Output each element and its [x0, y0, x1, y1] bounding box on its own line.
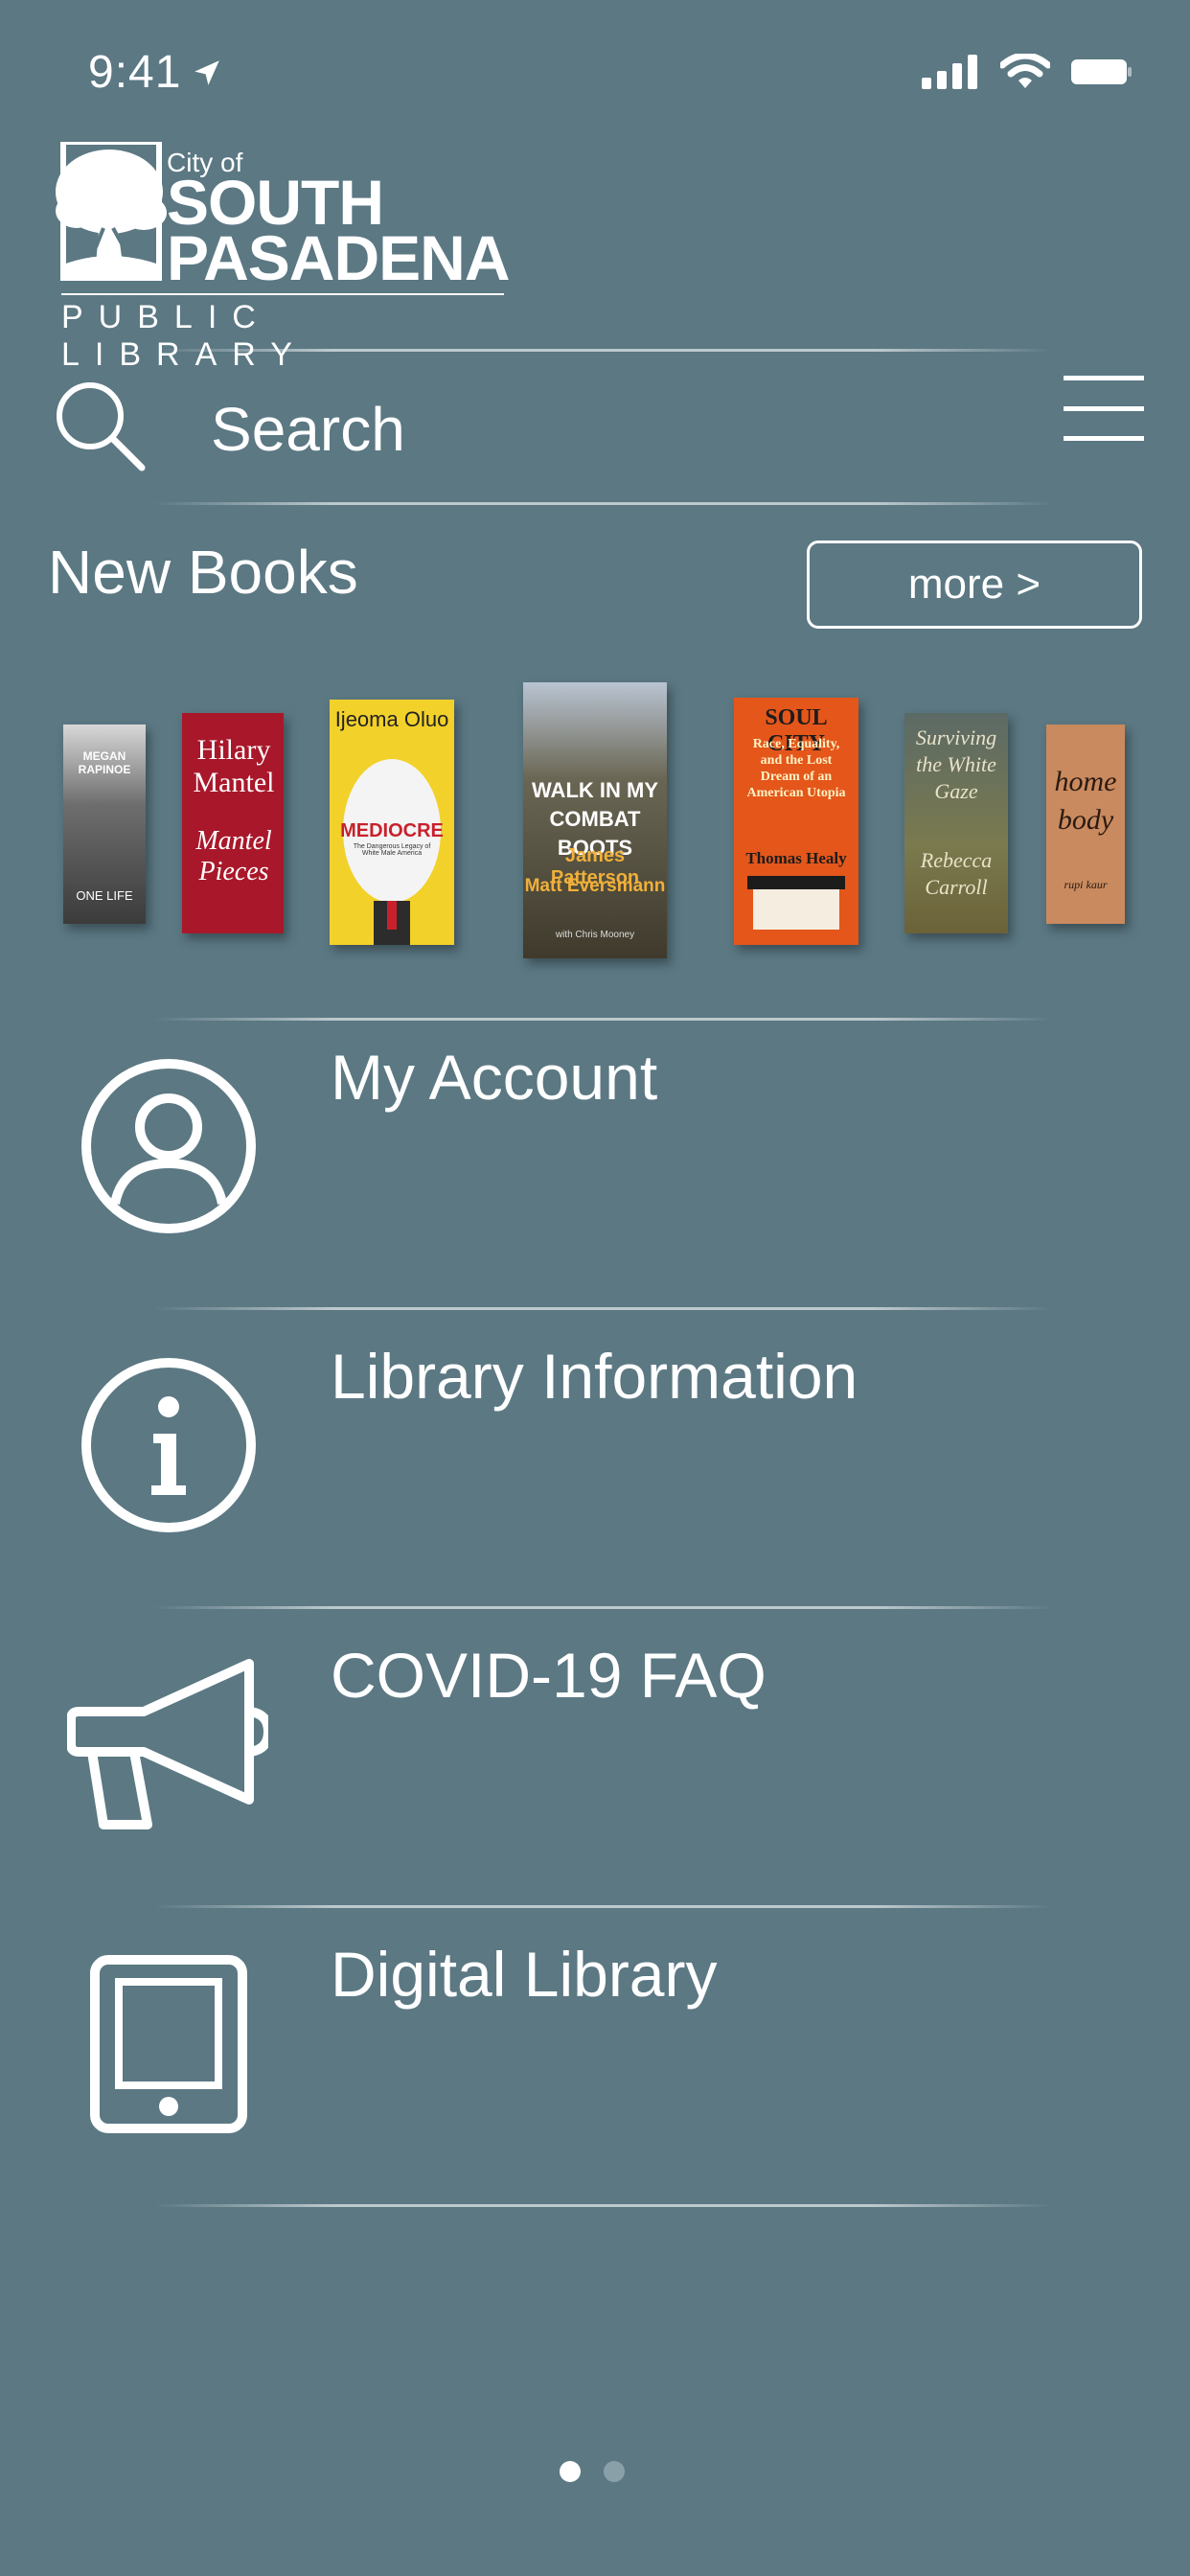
book-cover[interactable]: SOUL CITY Race, Equality, and the Lost D…: [734, 698, 858, 945]
page-dot[interactable]: [604, 2461, 625, 2482]
book-top-text: Hilary Mantel: [193, 734, 275, 798]
book-bottom-text: MEDIOCRE: [340, 820, 444, 841]
book-cover[interactable]: Surviving the White Gaze Rebecca Carroll: [904, 713, 1008, 933]
book-top-text: home body: [1054, 766, 1117, 836]
book-bottom-text: ONE LIFE: [76, 888, 133, 903]
book-top-text: Surviving the White Gaze: [915, 725, 997, 803]
menu-item-label: Library Information: [331, 1341, 858, 1412]
page-indicator[interactable]: [560, 2461, 625, 2482]
status-bar-indicators: [922, 54, 1133, 90]
menu-item-label: My Account: [331, 1042, 658, 1113]
status-bar-time: 9:41: [88, 46, 223, 99]
new-books-title: New Books: [48, 538, 358, 607]
books-divider: [153, 1018, 1054, 1021]
megaphone-icon: [67, 1659, 268, 1829]
library-logo[interactable]: City of SOUTH PASADENA PUBLIC LIBRARY: [54, 140, 510, 373]
tablet-icon: [90, 1955, 247, 2133]
logo-pasadena: PASADENA: [167, 222, 510, 293]
cellular-signal-icon: [922, 55, 977, 89]
menu-divider: [153, 1905, 1054, 1908]
menu-divider: [153, 1606, 1054, 1609]
user-account-icon: [81, 1059, 256, 1233]
search-input[interactable]: [211, 387, 996, 472]
book-top-text: MEGAN RAPINOE: [78, 749, 131, 776]
page-dot-active[interactable]: [560, 2461, 581, 2482]
logo-public-library: PUBLIC LIBRARY: [61, 299, 308, 373]
menu-divider: [153, 2204, 1054, 2207]
battery-icon: [1071, 59, 1132, 84]
book-bottom-text: Rebecca Carroll: [920, 848, 993, 899]
oak-tree-icon: [56, 142, 167, 281]
location-arrow-icon: [195, 59, 220, 85]
search-divider: [153, 502, 1054, 505]
book-subtitle-text: The Dangerous Legacy of White Male Ameri…: [353, 843, 431, 857]
book-cover[interactable]: Hilary Mantel Mantel Pieces: [182, 713, 284, 933]
book-subtitle-text: Matt Eversmann: [524, 876, 666, 896]
logo-rule: [61, 293, 504, 295]
book-extra-text: with Chris Mooney: [555, 930, 635, 940]
book-bottom-text: rupi kaur: [1064, 878, 1108, 891]
book-cover[interactable]: MEGAN RAPINOE ONE LIFE: [63, 724, 146, 924]
book-subtitle-text: Thomas Healy: [745, 849, 847, 867]
wifi-icon: [1000, 54, 1050, 88]
header-divider: [153, 349, 1054, 352]
menu-divider: [153, 1307, 1054, 1310]
book-bottom-text: Race, Equality, and the Lost Dream of an…: [746, 737, 846, 800]
menu-item-label: COVID-19 FAQ: [331, 1640, 767, 1711]
status-time-text: 9:41: [88, 47, 182, 98]
book-cover[interactable]: home body rupi kaur: [1046, 724, 1125, 924]
book-top-text: Ijeoma Oluo: [334, 707, 449, 731]
book-cover[interactable]: Ijeoma Oluo MEDIOCRE The Dangerous Legac…: [330, 700, 454, 945]
search-icon[interactable]: [54, 380, 146, 472]
menu-item-label: Digital Library: [331, 1939, 718, 2010]
hamburger-menu-icon[interactable]: [1064, 374, 1144, 443]
book-cover[interactable]: WALK IN MY COMBAT BOOTS James Patterson …: [523, 682, 667, 958]
info-icon: [81, 1358, 256, 1532]
book-bottom-text: Mantel Pieces: [195, 826, 272, 886]
more-books-button[interactable]: more >: [807, 540, 1142, 629]
